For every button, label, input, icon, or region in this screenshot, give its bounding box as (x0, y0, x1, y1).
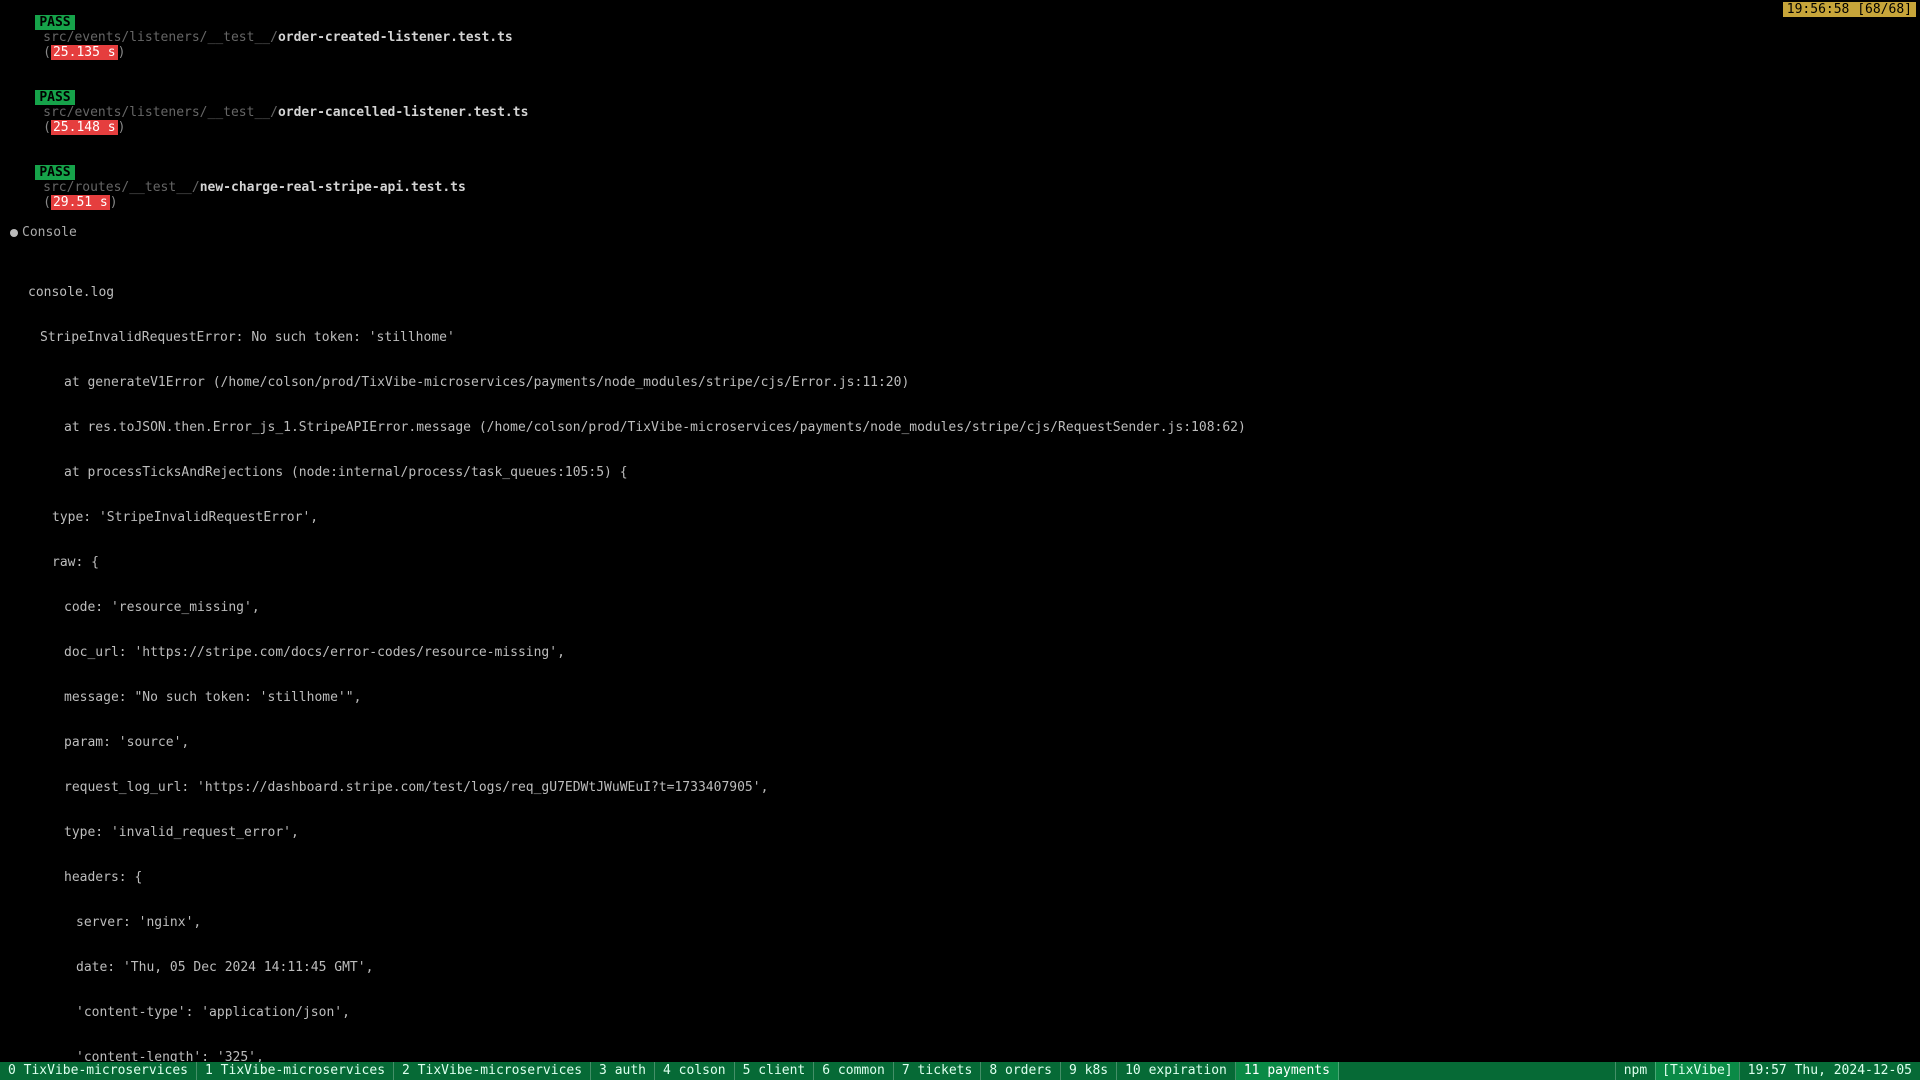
test-result-row: PASS src/events/listeners/__test__/order… (0, 0, 1920, 75)
tmux-window-tab[interactable]: 0 TixVibe-microservices (0, 1062, 197, 1080)
log-line: type: 'StripeInvalidRequestError', (4, 510, 1916, 525)
tmux-window-tab-active[interactable]: 11 payments (1236, 1062, 1339, 1080)
log-line: at processTicksAndRejections (node:inter… (4, 465, 1916, 480)
console-log-output: console.log StripeInvalidRequestError: N… (0, 255, 1920, 1080)
statusbar-session: [TixVibe] (1655, 1062, 1738, 1080)
log-line: at res.toJSON.then.Error_js_1.StripeAPIE… (4, 420, 1916, 435)
log-line: raw: { (4, 555, 1916, 570)
tmux-window-tab[interactable]: 8 orders (981, 1062, 1061, 1080)
log-line: date: 'Thu, 05 Dec 2024 14:11:45 GMT', (4, 960, 1916, 975)
statusbar-clock: 19:57 Thu, 2024-12-05 (1739, 1062, 1920, 1080)
bullet-icon (10, 229, 18, 237)
tmux-window-tab[interactable]: 6 common (814, 1062, 894, 1080)
tmux-window-tab[interactable]: 10 expiration (1117, 1062, 1236, 1080)
pass-badge: PASS (35, 165, 74, 180)
log-line: doc_url: 'https://stripe.com/docs/error-… (4, 645, 1916, 660)
log-line: StripeInvalidRequestError: No such token… (4, 330, 1916, 345)
tmux-window-tab[interactable]: 2 TixVibe-microservices (394, 1062, 591, 1080)
log-line: param: 'source', (4, 735, 1916, 750)
log-line: type: 'invalid_request_error', (4, 825, 1916, 840)
test-path-file: order-created-listener.test.ts (278, 30, 513, 45)
test-duration: 29.51 s (51, 195, 110, 210)
test-result-row: PASS src/events/listeners/__test__/order… (0, 75, 1920, 150)
test-duration: 25.135 s (51, 45, 118, 60)
test-path-dim: src/events/listeners/__test__/ (43, 30, 278, 45)
console-section-header: Console (0, 225, 1920, 240)
tmux-window-tab[interactable]: 7 tickets (894, 1062, 981, 1080)
tmux-top-right-status: 19:56:58 [68/68] (1783, 2, 1916, 17)
test-path-dim: src/routes/__test__/ (43, 180, 200, 195)
tmux-window-tab[interactable]: 1 TixVibe-microservices (197, 1062, 394, 1080)
test-path-file: order-cancelled-listener.test.ts (278, 105, 528, 120)
pass-badge: PASS (35, 90, 74, 105)
test-result-row: PASS src/routes/__test__/new-charge-real… (0, 150, 1920, 225)
statusbar-process: npm (1615, 1062, 1655, 1080)
tmux-window-tab[interactable]: 4 colson (655, 1062, 735, 1080)
tmux-window-tab[interactable]: 9 k8s (1061, 1062, 1117, 1080)
test-path-dim: src/events/listeners/__test__/ (43, 105, 278, 120)
pass-badge: PASS (35, 15, 74, 30)
test-duration: 25.148 s (51, 120, 118, 135)
log-label: console.log (4, 285, 1916, 300)
test-path-file: new-charge-real-stripe-api.test.ts (200, 180, 466, 195)
log-line: message: "No such token: 'stillhome'", (4, 690, 1916, 705)
tmux-window-tab[interactable]: 5 client (735, 1062, 815, 1080)
log-line: server: 'nginx', (4, 915, 1916, 930)
log-line: code: 'resource_missing', (4, 600, 1916, 615)
log-line: 'content-type': 'application/json', (4, 1005, 1916, 1020)
log-line: request_log_url: 'https://dashboard.stri… (4, 780, 1916, 795)
console-label: Console (22, 225, 77, 240)
log-line: at generateV1Error (/home/colson/prod/Ti… (4, 375, 1916, 390)
terminal-screen[interactable]: 19:56:58 [68/68] PASS src/events/listene… (0, 0, 1920, 1080)
tmux-statusbar[interactable]: 0 TixVibe-microservices 1 TixVibe-micros… (0, 1062, 1920, 1080)
log-line: headers: { (4, 870, 1916, 885)
tmux-window-tab[interactable]: 3 auth (591, 1062, 655, 1080)
